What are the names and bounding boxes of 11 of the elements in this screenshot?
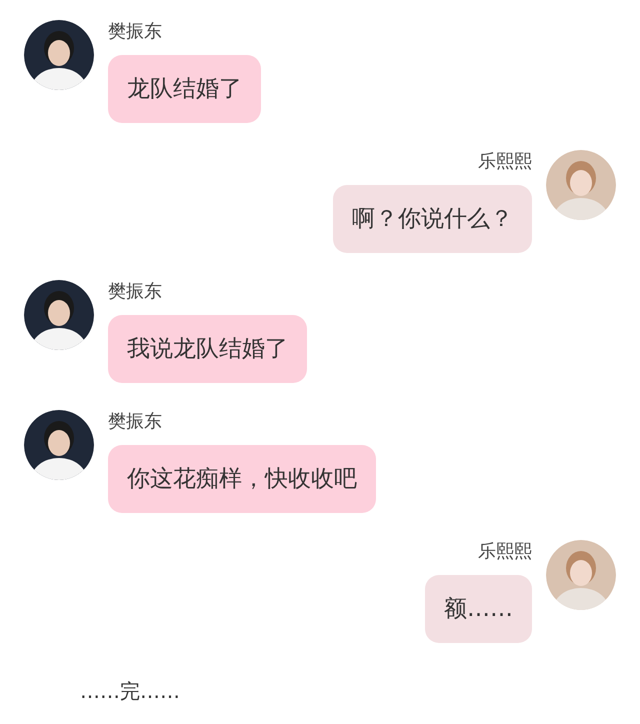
sender-name: 樊振东: [108, 410, 162, 434]
message-bubble: 啊？你说什么？: [333, 185, 532, 253]
message-bubble: 你这花痴样，快收收吧: [108, 445, 376, 513]
sender-name: 乐熙熙: [478, 540, 532, 564]
sender-name: 樊振东: [108, 20, 162, 44]
message-bubble: 龙队结婚了: [108, 55, 261, 123]
ending-text: ……完……: [80, 678, 181, 705]
message-bubble: 我说龙队结婚了: [108, 315, 307, 383]
message-bubble: 额……: [425, 575, 532, 643]
sender-name: 乐熙熙: [478, 150, 532, 174]
sender-name: 樊振东: [108, 280, 162, 304]
